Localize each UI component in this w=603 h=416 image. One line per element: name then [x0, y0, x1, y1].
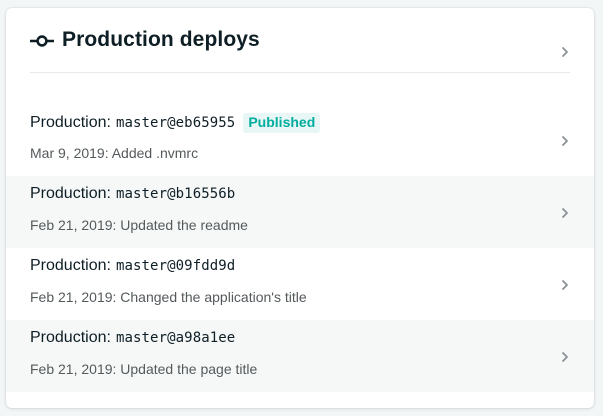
deploy-context: Production: [30, 114, 111, 131]
deploy-title: Production: master@09fdd9d [30, 257, 235, 275]
deploy-subtitle: Mar 9, 2019: Added .nvmrc [30, 145, 199, 161]
deploy-context: Production: [30, 329, 111, 346]
deploy-subtitle: Feb 21, 2019: Changed the application's … [30, 289, 307, 305]
page-title: Production deploys [62, 28, 260, 51]
deploy-list: Production: master@eb65955 Published Mar… [6, 104, 594, 392]
chevron-right-icon [562, 352, 568, 362]
deploy-ref: master@a98a1ee [115, 330, 236, 346]
deploy-row[interactable]: Production: master@eb65955 Published Mar… [6, 104, 594, 176]
deploy-subtitle: Feb 21, 2019: Updated the page title [30, 361, 258, 377]
deploy-ref: master@eb65955 [115, 115, 236, 131]
deploy-subtitle: Feb 21, 2019: Updated the readme [30, 217, 248, 233]
deploy-context: Production: [30, 185, 111, 202]
git-commit-icon [30, 35, 54, 47]
status-badge: Published [243, 113, 321, 133]
deploy-title: Production: master@eb65955 Published [30, 113, 321, 133]
deploy-title: Production: master@a98a1ee [30, 329, 235, 347]
deploy-title: Production: master@b16556b [30, 185, 235, 203]
deploy-ref: master@b16556b [115, 186, 236, 202]
chevron-right-icon[interactable] [560, 46, 570, 58]
deploy-row[interactable]: Production: master@b16556b Feb 21, 2019:… [6, 176, 594, 248]
chevron-right-icon [562, 136, 568, 146]
deploy-context: Production: [30, 257, 111, 274]
chevron-right-icon [562, 208, 568, 218]
deploy-ref: master@09fdd9d [115, 258, 236, 274]
production-deploys-card: Production deploys Production: master@eb… [6, 8, 594, 408]
chevron-right-icon [562, 280, 568, 290]
deploy-row[interactable]: Production: master@a98a1ee Feb 21, 2019:… [6, 320, 594, 392]
card-header[interactable]: Production deploys [30, 8, 570, 73]
deploy-row[interactable]: Production: master@09fdd9d Feb 21, 2019:… [6, 248, 594, 320]
